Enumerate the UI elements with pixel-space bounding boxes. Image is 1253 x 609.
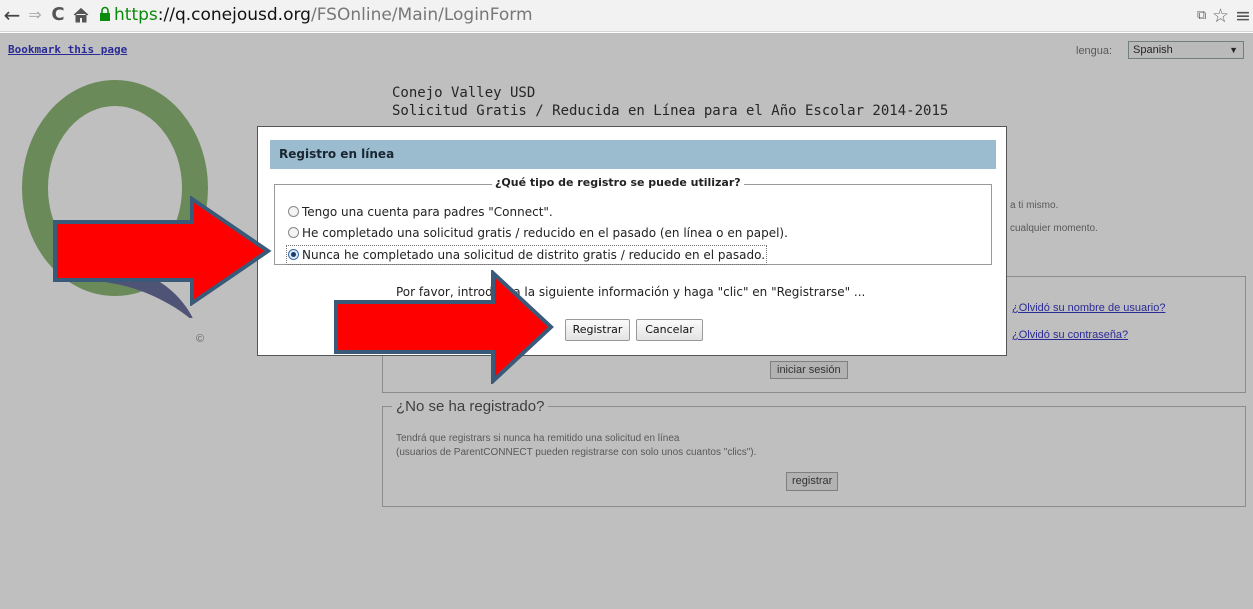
- radio-button[interactable]: [288, 206, 299, 217]
- radio-button[interactable]: [288, 227, 299, 238]
- registration-type-question: ¿Qué tipo de registro se puede utilizar?: [492, 176, 744, 189]
- option-label: Nunca he completado una solicitud de dis…: [302, 248, 766, 262]
- translate-icon[interactable]: ⧉: [1197, 5, 1206, 27]
- url-text: https://q.conejousd.org/FSOnline/Main/Lo…: [114, 5, 533, 25]
- reload-icon[interactable]: C: [48, 4, 68, 26]
- radio-button-selected[interactable]: [288, 249, 299, 260]
- address-bar[interactable]: https://q.conejousd.org/FSOnline/Main/Lo…: [94, 3, 1204, 27]
- register-button[interactable]: Registrar: [565, 319, 630, 341]
- option-never-completed[interactable]: Nunca he completado una solicitud de dis…: [285, 245, 768, 265]
- forward-arrow-icon[interactable]: ⇒: [25, 4, 45, 26]
- annotation-arrow-left: [53, 196, 272, 306]
- back-arrow-icon[interactable]: ←: [2, 4, 22, 26]
- lock-icon: [100, 6, 110, 21]
- home-icon[interactable]: [71, 4, 91, 26]
- menu-icon[interactable]: ≡: [1235, 5, 1251, 27]
- option-label: He completado una solicitud gratis / red…: [302, 226, 788, 240]
- star-icon[interactable]: ☆: [1212, 5, 1229, 27]
- dialog-title: Registro en línea: [270, 140, 996, 169]
- cancel-button[interactable]: Cancelar: [636, 319, 703, 341]
- annotation-arrow-right: [334, 270, 554, 384]
- browser-toolbar: ← ⇒ C https://q.conejousd.org/FSOnline/M…: [0, 0, 1253, 32]
- option-connect-account[interactable]: Tengo una cuenta para padres "Connect".: [288, 204, 553, 220]
- option-label: Tengo una cuenta para padres "Connect".: [302, 205, 553, 219]
- option-completed-before[interactable]: He completado una solicitud gratis / red…: [288, 225, 788, 241]
